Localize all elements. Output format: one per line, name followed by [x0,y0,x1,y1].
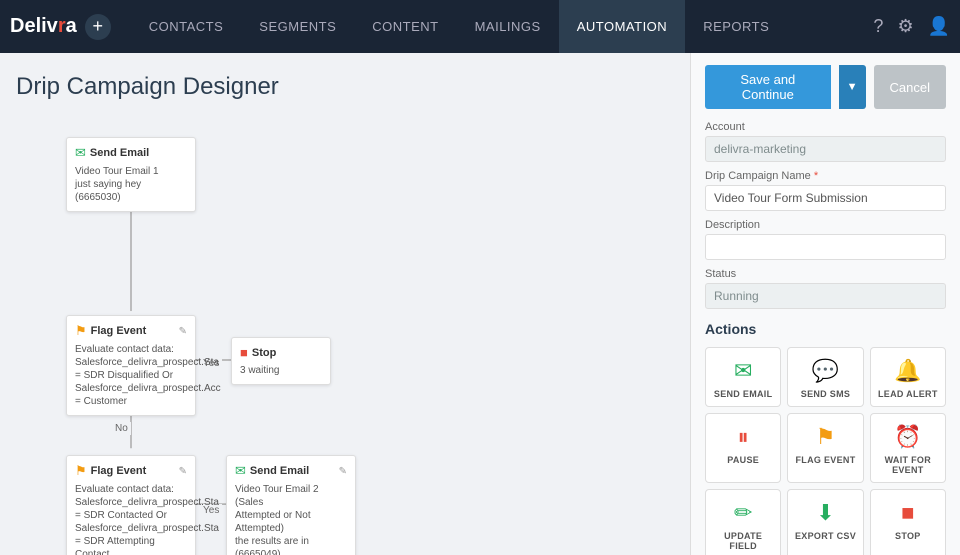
send-sms-action-icon: 💬 [812,358,839,384]
campaign-name-input[interactable] [705,185,946,211]
node-send-email-2[interactable]: ✉ Send Email ✎ Video Tour Email 2 (Sales… [226,455,356,555]
node-send-email-1[interactable]: ✉ Send Email Video Tour Email 1 just say… [66,137,196,212]
flag-event-icon: ⚑ [75,463,87,479]
header: Delivra + CONTACTS SEGMENTS CONTENT MAIL… [0,0,960,53]
node-flag-event-1[interactable]: ⚑ Flag Event ✎ Evaluate contact data: Sa… [66,315,196,416]
node-body: 3 waiting [240,364,322,377]
main-nav: CONTACTS SEGMENTS CONTENT MAILINGS AUTOM… [131,0,874,53]
action-stop[interactable]: ■ STOP [870,489,946,555]
wait-event-action-label: WAIT FOR EVENT [877,455,939,475]
send-email-action-label: SEND EMAIL [714,389,773,399]
action-wait-for-event[interactable]: ⏰ WAIT FOR EVENT [870,413,946,483]
pause-action-label: PAUSE [727,455,759,465]
node-title: Send Email [250,465,309,477]
action-send-email[interactable]: ✉ SEND EMAIL [705,347,781,407]
lead-alert-action-label: LEAD ALERT [878,389,938,399]
node-title: Flag Event [91,325,147,337]
top-action-buttons: Save and Continue ▼ Cancel [705,65,946,109]
node-header: ✉ Send Email [75,145,187,161]
actions-grid: ✉ SEND EMAIL 💬 SEND SMS 🔔 LEAD ALERT ⏸ P… [705,347,946,555]
help-icon[interactable]: ? [873,16,883,37]
node-title: Flag Event [91,465,147,477]
logo-area: Delivra + [10,14,111,40]
node-body: Video Tour Email 2 (Sales Attempted or N… [235,483,347,555]
flag-event-action-label: FLAG EVENT [795,455,855,465]
nav-contacts[interactable]: CONTACTS [131,0,242,53]
wait-event-action-icon: ⏰ [894,424,921,450]
logo: Delivra [10,15,77,38]
actions-title: Actions [705,321,946,337]
action-pause[interactable]: ⏸ PAUSE [705,413,781,483]
canvas-area: Drip Campaign Designer Yes [0,53,690,555]
nav-right: ? ⚙ 👤 [873,16,950,37]
action-flag-event[interactable]: ⚑ FLAG EVENT [787,413,863,483]
stop-action-label: STOP [895,531,921,541]
nav-automation[interactable]: AUTOMATION [559,0,685,53]
user-icon[interactable]: 👤 [928,16,950,37]
right-panel: Save and Continue ▼ Cancel Account Drip … [690,53,960,555]
campaign-name-label: Drip Campaign Name * [705,170,946,182]
node-header: ⚑ Flag Event ✎ [75,463,187,479]
required-marker: * [814,170,818,182]
update-field-action-label: UPDATE FIELD [712,531,774,551]
flag-event-icon: ⚑ [75,323,87,339]
action-lead-alert[interactable]: 🔔 LEAD ALERT [870,347,946,407]
node-header: ⚑ Flag Event ✎ [75,323,187,339]
save-continue-button[interactable]: Save and Continue [705,65,831,109]
action-send-sms[interactable]: 💬 SEND SMS [787,347,863,407]
gear-icon[interactable]: ⚙ [897,16,913,37]
cancel-button[interactable]: Cancel [874,65,946,109]
nav-segments[interactable]: SEGMENTS [241,0,354,53]
flow-container: Yes No Yes Yes ✉ Send Email Video Tour E… [16,117,674,555]
flag-event-action-icon: ⚑ [816,424,836,450]
node-body: Evaluate contact data: Salesforce_delivr… [75,343,187,408]
nav-content[interactable]: CONTENT [354,0,456,53]
node-body: Evaluate contact data: Salesforce_delivr… [75,483,187,555]
node-flag-event-2[interactable]: ⚑ Flag Event ✎ Evaluate contact data: Sa… [66,455,196,555]
export-csv-action-label: EXPORT CSV [795,531,856,541]
export-csv-action-icon: ⬇ [816,500,834,526]
status-label: Status [705,268,946,280]
save-dropdown-button[interactable]: ▼ [839,65,866,109]
node-body: Video Tour Email 1 just saying hey (6665… [75,165,187,204]
edit-icon[interactable]: ✎ [179,326,187,337]
update-field-action-icon: ✏ [734,500,752,526]
action-update-field[interactable]: ✏ UPDATE FIELD [705,489,781,555]
pause-action-icon: ⏸ [738,424,749,450]
account-label: Account [705,121,946,133]
send-email-icon: ✉ [75,145,86,161]
node-header: ✉ Send Email ✎ [235,463,347,479]
stop-action-icon: ■ [901,500,914,526]
no-label-1: No [112,422,131,435]
nav-reports[interactable]: REPORTS [685,0,787,53]
node-title: Stop [252,347,276,359]
description-label: Description [705,219,946,231]
lead-alert-action-icon: 🔔 [894,358,921,384]
node-stop[interactable]: ■ Stop 3 waiting [231,337,331,385]
nav-mailings[interactable]: MAILINGS [457,0,559,53]
description-input[interactable] [705,234,946,260]
node-header: ■ Stop [240,345,322,360]
main-container: Drip Campaign Designer Yes [0,53,960,555]
send-email-action-icon: ✉ [734,358,752,384]
send-email-icon: ✉ [235,463,246,479]
page-title: Drip Campaign Designer [16,73,674,101]
edit-icon[interactable]: ✎ [339,466,347,477]
account-input [705,136,946,162]
status-input [705,283,946,309]
edit-icon[interactable]: ✎ [179,466,187,477]
add-button[interactable]: + [85,14,111,40]
stop-icon: ■ [240,345,248,360]
node-title: Send Email [90,147,149,159]
action-export-csv[interactable]: ⬇ EXPORT CSV [787,489,863,555]
send-sms-action-label: SEND SMS [801,389,850,399]
